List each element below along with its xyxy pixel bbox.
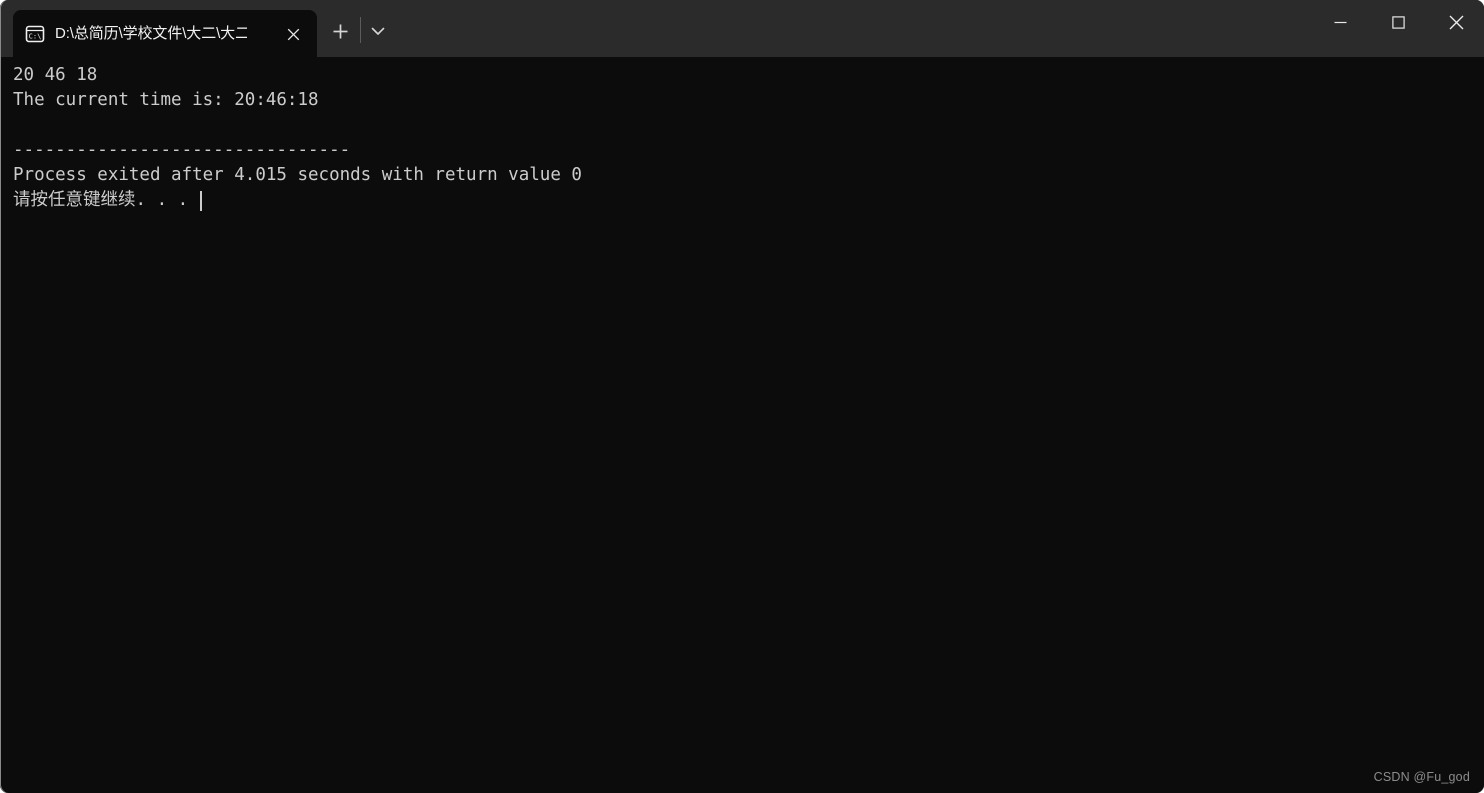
tab-bar-divider [360,17,361,43]
terminal-output-area[interactable]: 20 46 18 The current time is: 20:46:18 -… [1,57,1484,793]
terminal-separator-line: -------------------------------- [13,140,351,160]
command-prompt-icon: C:\ [24,23,46,45]
terminal-line: The current time is: 20:46:18 [13,90,319,110]
terminal-press-any-key-line: 请按任意键继续. . . [13,188,1484,213]
svg-text:C:\: C:\ [29,32,42,40]
terminal-window: C:\ D:\总简历\学校文件\大二\大二 20 46 18 The curre… [0,0,1484,793]
minimize-button[interactable] [1311,0,1369,44]
terminal-line-process-exited: Process exited after 4.015 seconds with … [13,165,582,185]
chevron-down-icon[interactable] [363,16,393,46]
tab-command-prompt[interactable]: C:\ D:\总简历\学校文件\大二\大二 [13,10,317,57]
tab-title: D:\总简历\学校文件\大二\大二 [55,24,247,42]
title-bar: C:\ D:\总简历\学校文件\大二\大二 [1,0,1484,57]
watermark: CSDN @Fu_god [1373,770,1470,784]
tab-close-icon[interactable] [281,22,305,46]
maximize-button[interactable] [1369,0,1427,44]
terminal-line: 20 46 18 [13,65,98,85]
press-any-key-text: 请按任意键继续. . . [13,190,189,210]
text-cursor [200,190,203,211]
close-window-button[interactable] [1427,0,1484,44]
new-tab-button[interactable] [325,16,355,46]
